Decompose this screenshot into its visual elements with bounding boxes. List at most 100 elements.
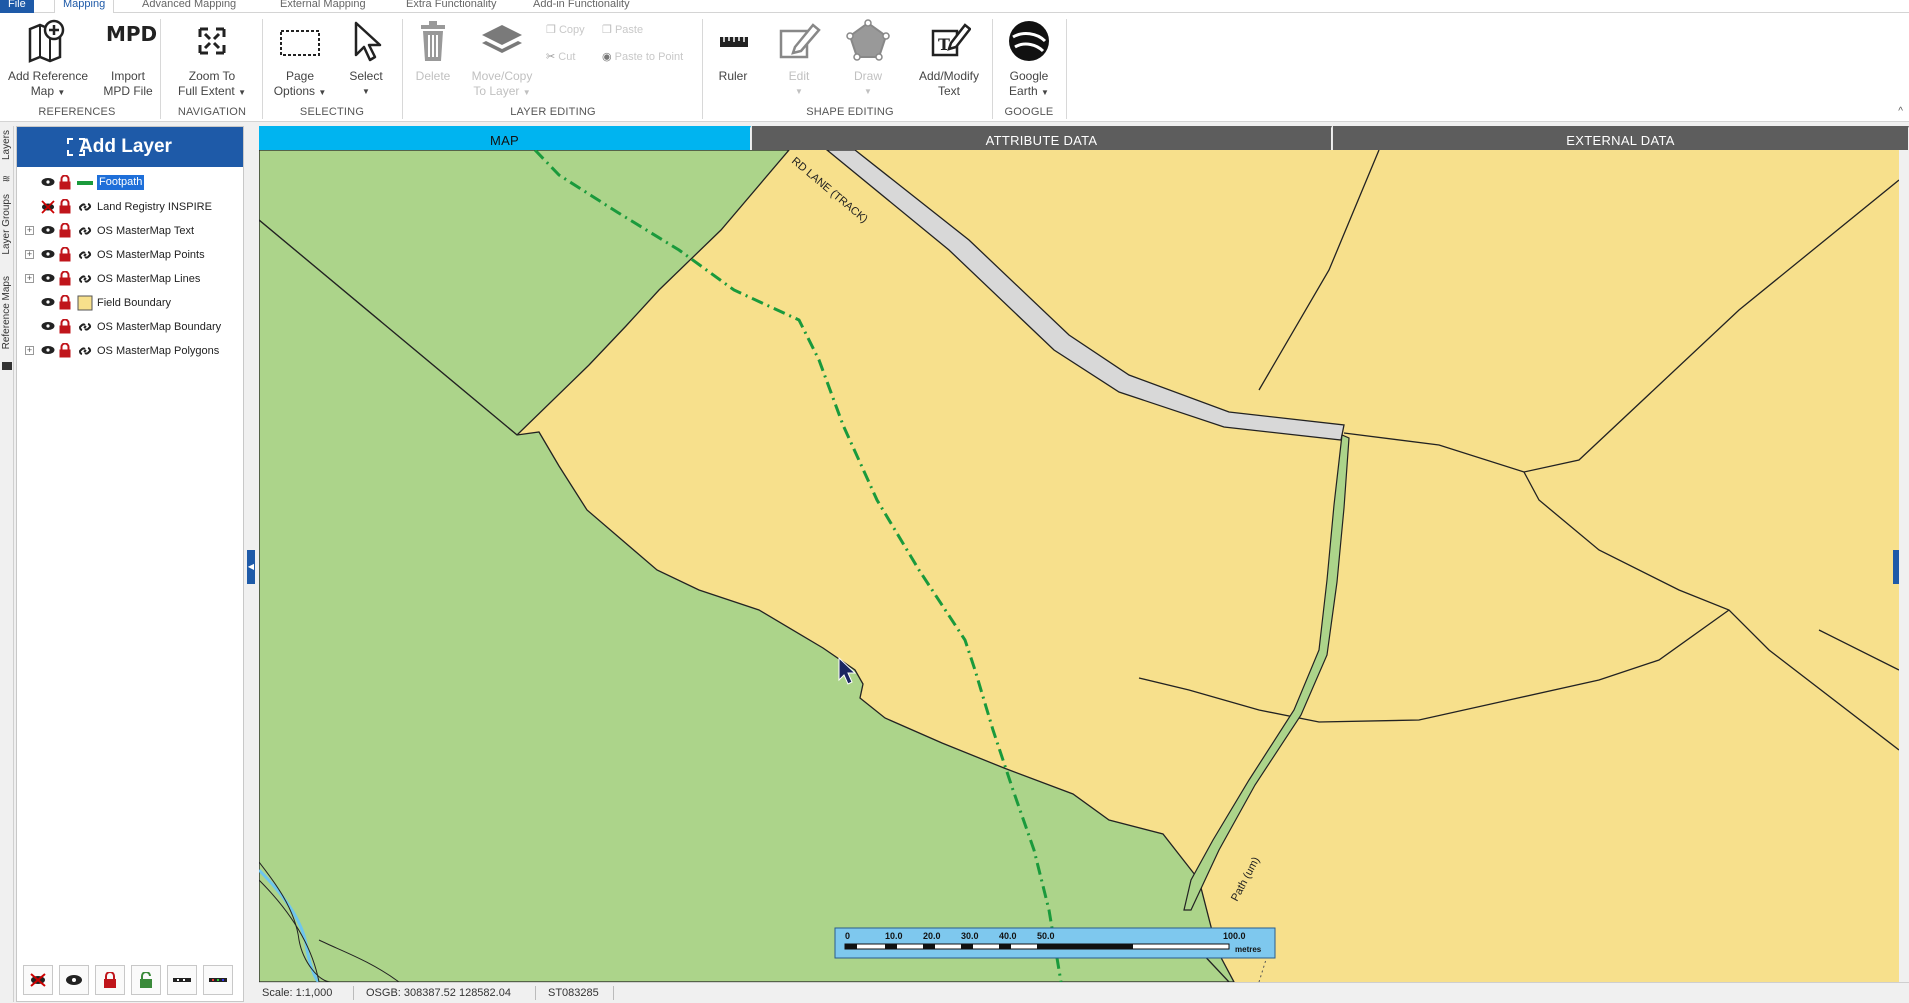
layer-row[interactable]: + OS MasterMap Lines: [17, 267, 243, 291]
menu-tab-add-in-functionality[interactable]: Add-in Functionality: [525, 0, 638, 13]
layer-row[interactable]: Footpath: [17, 171, 243, 195]
folder-icon: [2, 362, 12, 370]
cursor-arrow-icon: [354, 21, 382, 62]
layer-row[interactable]: + OS MasterMap Text: [17, 219, 243, 243]
cut-button[interactable]: ✂ Cut: [546, 50, 575, 63]
group-separator: [702, 19, 703, 119]
hide-all-layers-button[interactable]: [23, 965, 53, 995]
edit-button[interactable]: Edit ▼: [774, 19, 824, 99]
text-edit-icon: T: [931, 23, 971, 57]
zoom-full-extent-button[interactable]: Zoom To Full Extent ▼: [170, 19, 254, 100]
side-tab-reference-maps[interactable]: Reference Maps: [0, 276, 14, 349]
line-style-icon: [173, 978, 191, 982]
scale-tick-label: 20.0: [923, 931, 941, 941]
group-label-google: GOOGLE: [1004, 106, 1054, 118]
add-layer-button[interactable]: Add Layer: [17, 127, 243, 167]
group-separator: [402, 19, 403, 119]
eye-icon[interactable]: [41, 296, 55, 308]
menu-tab-file[interactable]: File: [0, 0, 34, 13]
page-options-button[interactable]: Page Options ▼: [270, 19, 330, 100]
lock-all-layers-button[interactable]: [95, 965, 125, 995]
eye-crossed-icon[interactable]: [41, 200, 55, 214]
show-all-layers-button[interactable]: [59, 965, 89, 995]
side-tab-layers[interactable]: Layers: [0, 130, 14, 160]
expand-icon[interactable]: +: [25, 274, 34, 283]
layer-symbol-fill-icon: [77, 295, 93, 311]
layers-stack-icon: [482, 25, 522, 53]
collapse-ribbon-icon[interactable]: ^: [1898, 106, 1903, 117]
panel-splitter[interactable]: ◀: [244, 126, 258, 1002]
status-grid-reference: ST083285: [548, 987, 599, 999]
menu-tab-extra-functionality[interactable]: Extra Functionality: [398, 0, 504, 13]
select-label: Select: [349, 69, 383, 83]
add-reference-map-label-2: Map ▼: [30, 84, 66, 98]
layer-row[interactable]: OS MasterMap Boundary: [17, 315, 243, 339]
unlock-all-layers-button[interactable]: [131, 965, 161, 995]
page-options-label-2: Options ▼: [273, 84, 327, 98]
lock-icon[interactable]: [59, 223, 71, 238]
eye-icon[interactable]: [41, 320, 55, 332]
status-coordinates: OSGB: 308387.52 128582.04: [366, 987, 511, 999]
menu-tab-advanced-mapping[interactable]: Advanced Mapping: [134, 0, 244, 13]
layer-row[interactable]: + OS MasterMap Polygons: [17, 339, 243, 363]
eye-icon[interactable]: [41, 224, 55, 236]
paste-button[interactable]: ❐ Paste: [602, 23, 643, 36]
eye-icon[interactable]: [41, 344, 55, 356]
eye-icon[interactable]: [41, 272, 55, 284]
lock-icon[interactable]: [59, 271, 71, 286]
paste-to-point-button[interactable]: ◉ Paste to Point: [602, 50, 683, 63]
scale-tick-label: 0: [845, 931, 850, 941]
layer-option-button-2[interactable]: [203, 965, 233, 995]
lock-icon[interactable]: [59, 319, 71, 334]
right-panel-handle-icon[interactable]: [1893, 550, 1899, 584]
expand-icon[interactable]: +: [25, 346, 34, 355]
status-bar: Scale: 1:1,000 OSGB: 308387.52 128582.04…: [259, 982, 1909, 1002]
layer-row[interactable]: Field Boundary: [17, 291, 243, 315]
tab-attribute-data[interactable]: ATTRIBUTE DATA: [752, 126, 1332, 150]
import-mpd-file-button[interactable]: MPD Import MPD File: [98, 19, 158, 99]
add-modify-text-label-2: Text: [937, 84, 960, 98]
draw-button[interactable]: Draw ▼: [842, 19, 894, 99]
delete-button[interactable]: Delete: [408, 19, 458, 84]
scale-segment: [961, 944, 973, 949]
expand-icon[interactable]: +: [25, 226, 34, 235]
map-canvas[interactable]: RD LANE (TRACK) Path (um) 0 10.0 20.0 30…: [259, 150, 1899, 982]
group-separator: [992, 19, 993, 119]
google-earth-button[interactable]: Google Earth ▼: [998, 19, 1060, 100]
layer-name: OS MasterMap Lines: [97, 273, 201, 285]
layer-row[interactable]: + OS MasterMap Points: [17, 243, 243, 267]
collapse-panel-handle-icon[interactable]: ◀: [247, 550, 255, 584]
expand-icon[interactable]: +: [25, 250, 34, 259]
scale-tick-label: 100.0: [1223, 931, 1246, 941]
move-copy-label-2: To Layer ▼: [473, 84, 531, 98]
eye-icon[interactable]: [41, 248, 55, 260]
lock-icon[interactable]: [59, 175, 71, 190]
edit-pencil-icon: [779, 23, 821, 59]
lock-icon[interactable]: [59, 199, 71, 214]
copy-button[interactable]: ❐ Copy: [546, 23, 585, 36]
layer-name: OS MasterMap Polygons: [97, 345, 220, 357]
side-tab-layer-groups[interactable]: Layer Groups: [0, 194, 14, 255]
tab-external-data[interactable]: EXTERNAL DATA: [1333, 126, 1909, 150]
add-modify-text-button[interactable]: T Add/Modify Text: [910, 19, 988, 99]
layer-row[interactable]: Land Registry INSPIRE: [17, 195, 243, 219]
layer-option-button-1[interactable]: [167, 965, 197, 995]
move-copy-to-layer-button[interactable]: Move/Copy To Layer ▼: [464, 19, 540, 100]
menu-tab-mapping[interactable]: Mapping: [54, 0, 115, 13]
lock-icon[interactable]: [59, 343, 71, 358]
eye-icon[interactable]: [41, 176, 55, 188]
add-reference-map-button[interactable]: Add Reference Map ▼: [6, 19, 90, 100]
ruler-button[interactable]: Ruler: [712, 19, 754, 84]
menu-tab-external-mapping[interactable]: External Mapping: [272, 0, 374, 13]
lock-icon[interactable]: [59, 247, 71, 262]
layer-name: OS MasterMap Text: [97, 225, 194, 237]
scale-segment: [885, 944, 897, 949]
scale-tick-label: 10.0: [885, 931, 903, 941]
zoom-extent-icon: [198, 27, 226, 55]
polygon-icon: [846, 19, 890, 61]
select-button[interactable]: Select ▼: [338, 19, 394, 99]
dropdown-arrow-icon: ▼: [864, 87, 872, 96]
paste-to-point-label: Paste to Point: [614, 51, 684, 63]
tab-map[interactable]: MAP: [259, 126, 751, 150]
lock-icon[interactable]: [59, 295, 71, 310]
